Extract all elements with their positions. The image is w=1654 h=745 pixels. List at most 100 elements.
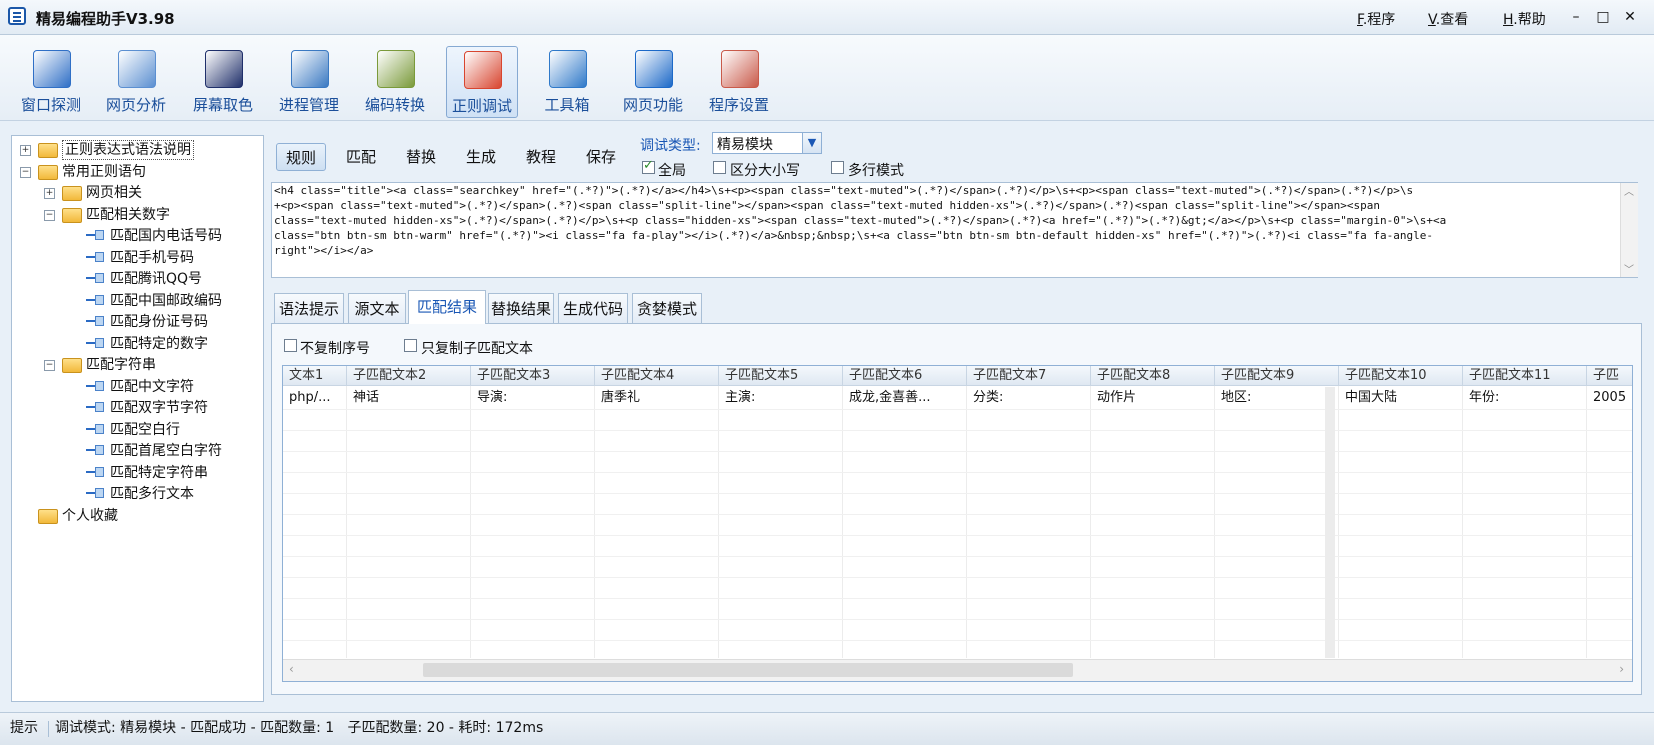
tree-node-label: 匹配首尾空白字符 [110, 443, 222, 459]
grid-column-line [842, 386, 843, 658]
tree-node[interactable]: + 正则表达式语法说明 [12, 140, 260, 160]
status-text: 调试模式: 精易模块 - 匹配成功 - 匹配数量: 1 子匹配数量: 20 - … [55, 720, 544, 736]
menu-help[interactable]: H.帮助 [1503, 9, 1546, 29]
toolbar-button-3[interactable]: 进程管理 [274, 46, 344, 116]
case-sensitive-checkbox[interactable] [713, 161, 726, 174]
grid-cell[interactable]: 神话 [347, 387, 471, 409]
tab-source-text[interactable]: 源文本 [348, 293, 406, 323]
tab-rule[interactable]: 规则 [276, 143, 326, 171]
chevron-down-icon[interactable]: ▼ [802, 133, 821, 153]
close-button[interactable]: ✕ [1620, 7, 1640, 27]
tree-node[interactable]: − 匹配相关数字 [12, 205, 260, 225]
tree-node[interactable]: 匹配空白行 [12, 420, 260, 440]
grid-header[interactable]: 子匹配文本3 [471, 366, 595, 386]
grid-header[interactable]: 子匹配文本4 [595, 366, 719, 386]
grid-row-line [283, 493, 1632, 494]
tab-tutorial[interactable]: 教程 [516, 143, 566, 171]
tree-node[interactable]: 匹配手机号码 [12, 248, 260, 268]
tab-generate-code[interactable]: 生成代码 [558, 293, 628, 323]
tab-save[interactable]: 保存 [576, 143, 626, 171]
minimize-button[interactable]: – [1566, 7, 1586, 27]
tab-greedy-mode[interactable]: 贪婪模式 [632, 293, 702, 323]
tree-node[interactable]: − 常用正则语句 [12, 162, 260, 182]
toolbar-button-5[interactable]: 正则调试 [446, 46, 518, 118]
regex-scrollbar[interactable]: ︿ ﹀ [1620, 183, 1638, 277]
no-copy-index-checkbox[interactable] [284, 339, 297, 352]
grid-cell[interactable]: 成龙,金喜善... [843, 387, 967, 409]
multiline-checkbox[interactable] [831, 161, 844, 174]
debug-type-value: 精易模块 [717, 137, 773, 153]
collapse-icon[interactable]: − [44, 209, 55, 221]
match-result-grid[interactable]: 文本1 php/... 子匹配文本2 神话 子匹配文本3 导演: 子匹配文本4 唐季礼 子匹配文… [282, 365, 1633, 682]
tree-node[interactable]: + 网页相关 [12, 183, 260, 203]
grid-header[interactable]: 子匹配文本2 [347, 366, 471, 386]
tree-node[interactable]: 匹配身份证号码 [12, 312, 260, 332]
menu-view[interactable]: V.查看 [1428, 9, 1468, 29]
scroll-right-icon[interactable]: › [1619, 662, 1624, 676]
expand-icon[interactable]: + [44, 188, 55, 199]
debug-type-select[interactable]: 精易模块 ▼ [712, 132, 822, 154]
grid-header[interactable]: 子匹配文本5 [719, 366, 843, 386]
grid-header[interactable]: 子匹配文本6 [843, 366, 967, 386]
grid-cell[interactable]: 2005 [1587, 387, 1632, 409]
tab-match-result[interactable]: 匹配结果 [408, 290, 486, 324]
grid-cell[interactable]: 中国大陆 [1339, 387, 1463, 409]
grid-cell[interactable]: 分类: [967, 387, 1091, 409]
toolbar-label: 网页功能 [622, 96, 683, 114]
collapse-icon[interactable]: − [44, 360, 55, 371]
tree-node[interactable]: 匹配中文字符 [12, 377, 260, 397]
grid-header[interactable]: 子匹配文本8 [1091, 366, 1215, 386]
menu-program[interactable]: F.程序 [1357, 9, 1395, 29]
scroll-down-icon[interactable]: ﹀ [1624, 261, 1634, 276]
tree-node[interactable]: 匹配国内电话号码 [12, 226, 260, 246]
toolbar-button-4[interactable]: 编码转换 [360, 46, 430, 116]
tree-node[interactable]: 匹配中国邮政编码 [12, 291, 260, 311]
collapse-icon[interactable]: − [20, 166, 31, 178]
maximize-button[interactable]: □ [1593, 7, 1613, 27]
grid-cell[interactable]: 导演: [471, 387, 595, 409]
grid-cell[interactable]: php/... [283, 387, 347, 409]
grid-header[interactable]: 文本1 [283, 366, 347, 386]
grid-hscroll-thumb[interactable] [423, 663, 1073, 677]
grid-header[interactable]: 子匹配文本11 [1463, 366, 1587, 386]
snippet-icon [86, 315, 104, 327]
tab-match[interactable]: 匹配 [336, 143, 386, 171]
grid-header[interactable]: 子匹配文本10 [1339, 366, 1463, 386]
tab-replace[interactable]: 替换 [396, 143, 446, 171]
toolbar-button-1[interactable]: 网页分析 [101, 46, 171, 116]
toolbar-button-2[interactable]: 屏幕取色 [188, 46, 258, 116]
grid-cell[interactable]: 年份: [1463, 387, 1587, 409]
grid-cell[interactable]: 地区: [1215, 387, 1339, 409]
tree-node[interactable]: 匹配首尾空白字符 [12, 441, 260, 461]
toolbar-button-8[interactable]: 程序设置 [704, 46, 774, 116]
scroll-left-icon[interactable]: ‹ [289, 662, 294, 676]
toolbar-button-0[interactable]: 窗口探测 [16, 46, 86, 116]
grid-header[interactable]: 子匹配文本7 [967, 366, 1091, 386]
tree-node[interactable]: 匹配双字节字符 [12, 398, 260, 418]
grid-column-line [1462, 386, 1463, 658]
grid-header[interactable]: 子匹 [1587, 366, 1632, 386]
tree-node[interactable]: 个人收藏 [12, 506, 260, 526]
tab-replace-result[interactable]: 替换结果 [488, 293, 554, 323]
copy-submatch-only-checkbox[interactable] [404, 339, 417, 352]
grid-cell[interactable]: 唐季礼 [595, 387, 719, 409]
tree-node[interactable]: − 匹配字符串 [12, 355, 260, 375]
grid-cell[interactable]: 动作片 [1091, 387, 1215, 409]
toolbar-button-7[interactable]: 网页功能 [618, 46, 688, 116]
tab-syntax-hint[interactable]: 语法提示 [274, 293, 344, 323]
grid-hscrollbar[interactable]: ‹ › [283, 659, 1632, 681]
snippet-tree[interactable]: + 正则表达式语法说明 − 常用正则语句 + 网页相关 − 匹配相关数字 匹配国内电话号码 匹配手… [11, 135, 264, 702]
window-probe-icon [33, 50, 71, 88]
tree-node[interactable]: 匹配腾讯QQ号 [12, 269, 260, 289]
toolbar-button-6[interactable]: 工具箱 [532, 46, 602, 116]
tree-node[interactable]: 匹配多行文本 [12, 484, 260, 504]
regex-input[interactable]: <h4 class="title"><a class="searchkey" h… [271, 182, 1638, 278]
grid-header[interactable]: 子匹配文本9 [1215, 366, 1339, 386]
global-checkbox[interactable] [642, 158, 655, 174]
scroll-up-icon[interactable]: ︿ [1624, 183, 1634, 198]
tree-node[interactable]: 匹配特定字符串 [12, 463, 260, 483]
tab-generate[interactable]: 生成 [456, 143, 506, 171]
grid-cell[interactable]: 主演: [719, 387, 843, 409]
expand-icon[interactable]: + [20, 145, 31, 156]
tree-node[interactable]: 匹配特定的数字 [12, 334, 260, 354]
